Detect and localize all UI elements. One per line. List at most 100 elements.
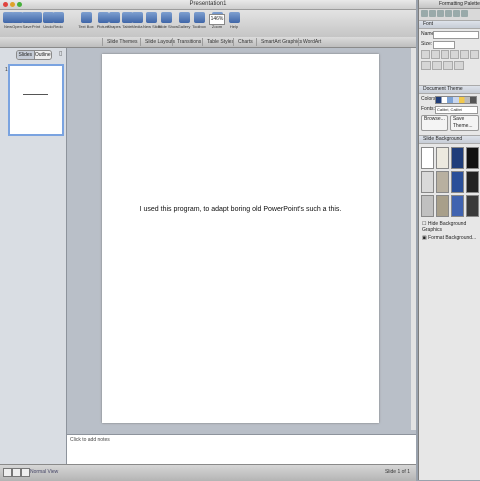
palette-tool-icon[interactable] — [437, 10, 444, 17]
fonts-label: Fonts: — [421, 106, 435, 112]
view-label: Normal View — [30, 469, 59, 475]
font-color-button[interactable] — [443, 61, 453, 70]
notes-pane[interactable]: Click to add notes — [67, 434, 416, 465]
slide-text-box[interactable]: I used this program, to adapt boring old… — [102, 206, 379, 213]
media-icon — [131, 12, 143, 23]
theme-buttons: Browse... Save Theme... — [419, 114, 480, 132]
vertical-scrollbar[interactable] — [411, 48, 416, 430]
theme-fonts-row: Fonts: Calibri, Calibri — [419, 104, 480, 114]
toolbar-button[interactable]: Help — [226, 12, 242, 29]
window-title: Presentation1 — [189, 1, 227, 7]
slides-pane: Slides Outline ▯ 1 — [0, 48, 67, 464]
tab-outline[interactable]: Outline — [35, 51, 52, 59]
background-swatch[interactable] — [436, 195, 449, 217]
palette-tool-icon[interactable] — [421, 10, 428, 17]
browse-button[interactable]: Browse... — [421, 115, 448, 131]
palette-tool-icon[interactable] — [461, 10, 468, 17]
slide-thumbnail[interactable] — [8, 64, 64, 136]
background-swatch[interactable] — [436, 147, 449, 169]
redo-icon — [52, 12, 64, 23]
normal-view-icon[interactable] — [3, 468, 12, 477]
toolbar-button-label: Slide Show — [158, 24, 179, 29]
toolbox-icon — [193, 12, 205, 23]
theme-colors-picker[interactable] — [435, 96, 477, 104]
toolbar-button-label: Text Box — [78, 24, 94, 29]
theme-fonts-select[interactable]: Calibri, Calibri — [435, 106, 478, 114]
shadow-button[interactable] — [450, 50, 460, 59]
thumbnail-text-line — [23, 94, 48, 95]
superscript-button[interactable] — [421, 61, 431, 70]
bold-button[interactable] — [421, 50, 430, 59]
toolbar-button[interactable]: New Slide — [143, 12, 161, 29]
toolbar-button[interactable]: Gallery — [176, 12, 192, 29]
palette-tool-icon[interactable] — [429, 10, 436, 17]
gallery-icon — [178, 12, 190, 23]
palette-tool-icon[interactable] — [453, 10, 460, 17]
gallery-tab[interactable]: WordArt — [298, 38, 325, 46]
help-icon — [228, 12, 240, 23]
toolbar-button-label: Toolbox — [192, 24, 206, 29]
document-theme-header[interactable]: Document Theme — [419, 85, 480, 94]
format-background-label: Format Background... — [428, 235, 477, 241]
background-swatch[interactable] — [466, 147, 479, 169]
hide-background-graphics-checkbox[interactable]: ☐ Hide Background Graphics — [419, 220, 480, 234]
palette-toolbar — [419, 9, 480, 20]
slideshow-icon — [160, 12, 172, 23]
subscript-button[interactable] — [432, 61, 442, 70]
zoom-field[interactable]: 146% — [209, 14, 225, 25]
gallery-tab[interactable]: Charts — [233, 38, 257, 46]
font-section-header[interactable]: Font — [419, 20, 480, 29]
highlight-button[interactable] — [454, 61, 464, 70]
standard-toolbar: New Open Save Print Undo Redo Text Box Picture S… — [0, 10, 416, 38]
new-slide-icon — [145, 12, 157, 23]
background-swatch[interactable] — [451, 147, 464, 169]
font-size-label: Size: — [421, 41, 433, 47]
powerpoint-window: Presentation1 New Open Save Print Undo Redo Te… — [0, 0, 416, 481]
theme-colors-row: Colors: — [419, 94, 480, 104]
shapes-icon — [108, 12, 120, 23]
background-swatch[interactable] — [421, 171, 434, 193]
slideshow-view-icon[interactable] — [21, 468, 30, 477]
background-swatch-grid — [419, 144, 480, 220]
slide-sorter-icon[interactable] — [12, 468, 21, 477]
background-swatch[interactable] — [421, 147, 434, 169]
background-swatch[interactable] — [421, 195, 434, 217]
font-effect-buttons — [419, 60, 480, 71]
underline-button[interactable] — [440, 50, 450, 59]
close-pane-icon[interactable]: ▯ — [59, 50, 62, 57]
font-size-field[interactable] — [433, 41, 455, 49]
background-swatch[interactable] — [436, 171, 449, 193]
format-background-icon: ▣ — [422, 235, 427, 241]
toolbar-button[interactable]: Text Box — [78, 12, 94, 29]
toolbar-button[interactable]: Redo — [50, 12, 66, 29]
background-swatch[interactable] — [466, 195, 479, 217]
background-swatch[interactable] — [466, 171, 479, 193]
toolbar-button-label: Help — [229, 24, 239, 29]
toolbar-button[interactable]: Toolbox — [191, 12, 207, 29]
font-style-buttons — [419, 49, 480, 60]
strike-button[interactable] — [460, 50, 470, 59]
elements-gallery-tabs: Slide Themes Slide Layouts Transitions Tabl… — [0, 37, 416, 48]
palette-tool-icon[interactable] — [445, 10, 452, 17]
caps-button[interactable] — [470, 50, 479, 59]
background-swatch[interactable] — [451, 195, 464, 217]
gallery-tab[interactable]: Slide Themes — [102, 38, 141, 46]
slide-canvas: I used this program, to adapt boring old… — [67, 48, 416, 430]
toolbar-button-label: Redo — [53, 24, 63, 29]
toolbar-button-label: Gallery — [177, 24, 191, 29]
format-background-button[interactable]: ▣ Format Background... — [419, 234, 480, 242]
tab-slides[interactable]: Slides — [17, 51, 35, 59]
font-size-row: Size: — [419, 39, 480, 49]
slide-background-header[interactable]: Slide Background — [419, 135, 480, 144]
status-bar: Normal View Slide 1 of 1 — [0, 464, 416, 481]
gallery-tab[interactable]: Transitions — [172, 38, 205, 46]
notes-placeholder: Click to add notes — [70, 437, 110, 443]
save-theme-button[interactable]: Save Theme... — [449, 115, 479, 131]
formatting-palette: Formatting Palette Font Name: Size: Docu… — [418, 0, 480, 480]
background-swatch[interactable] — [451, 171, 464, 193]
font-name-field[interactable] — [433, 31, 479, 39]
title-bar: Presentation1 — [0, 0, 416, 10]
toolbar-button[interactable]: Slide Show — [158, 12, 179, 29]
italic-button[interactable] — [430, 50, 440, 59]
slide[interactable]: I used this program, to adapt boring old… — [102, 54, 379, 423]
